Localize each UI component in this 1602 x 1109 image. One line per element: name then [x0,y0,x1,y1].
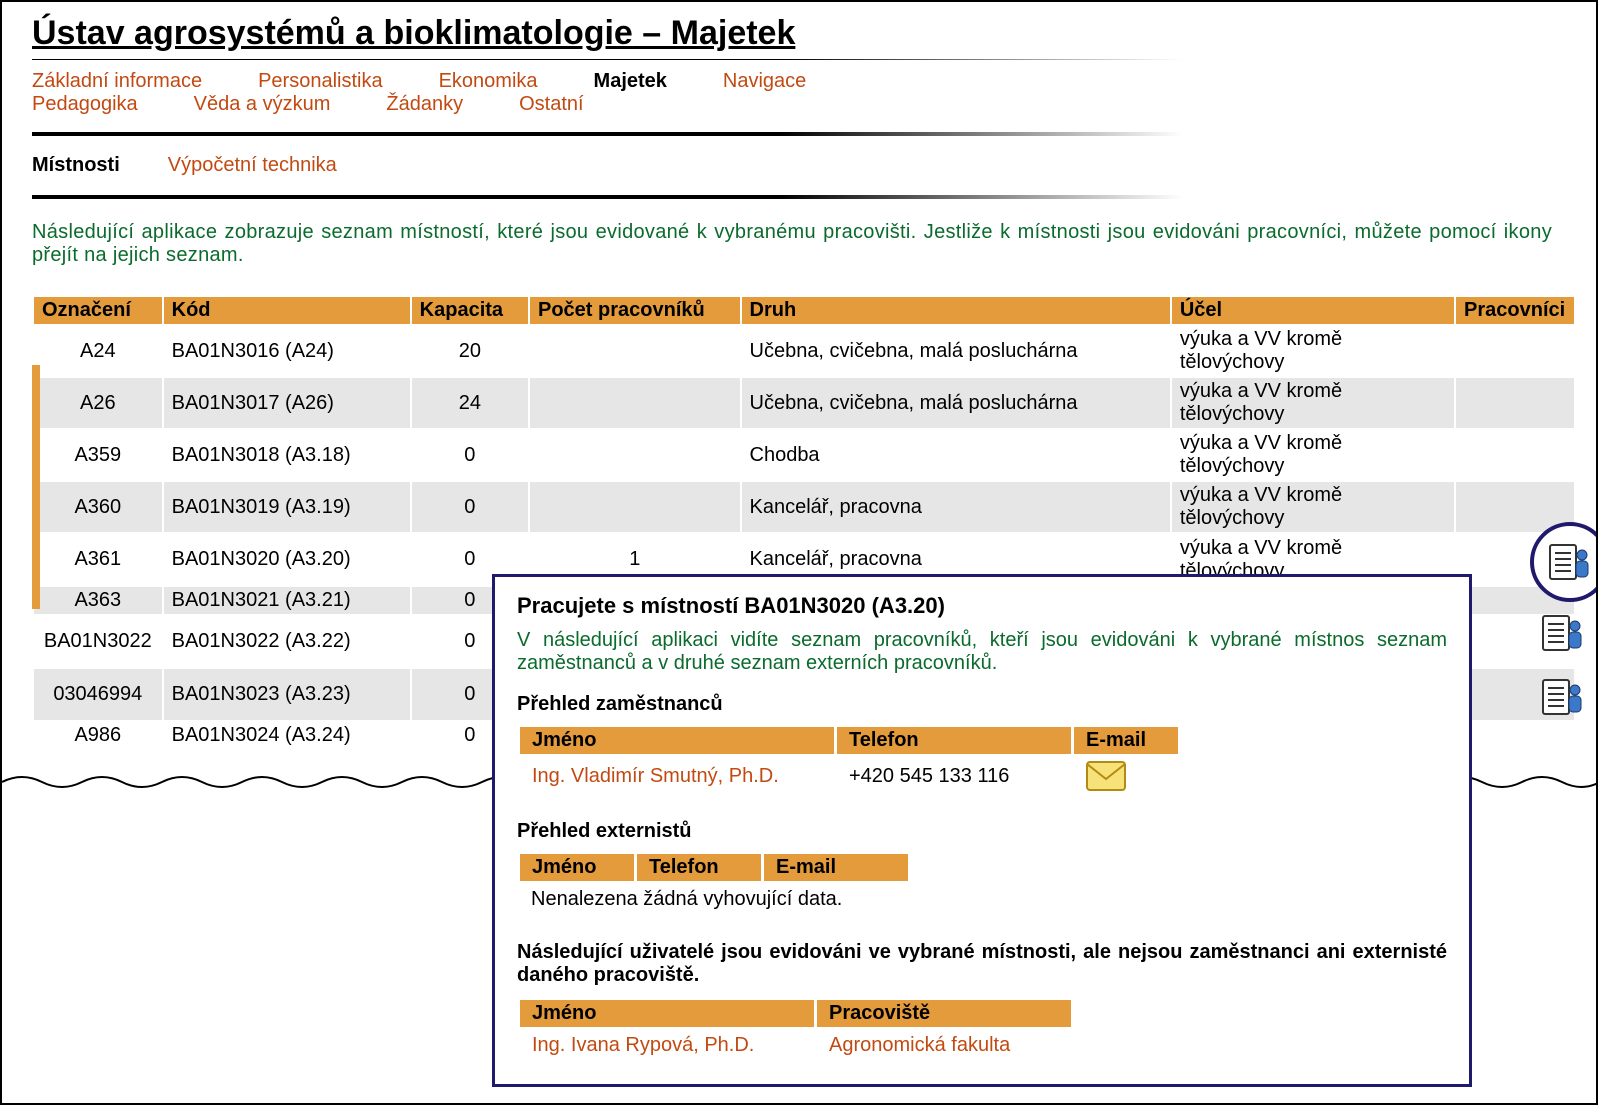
nav-veda-a-vyzkum[interactable]: Věda a výzkum [194,93,331,116]
page-title: Ústav agrosystémů a bioklimatologie – Ma… [32,10,1566,59]
col-oznaceni: Označení [33,296,163,325]
table-row: Ing. Ivana Rypová, Ph.D. Agronomická fak… [519,1029,1073,1063]
cell: Učebna, cvičebna, malá posluchárna [741,325,1171,377]
intro-text: Následující aplikace zobrazuje seznam mí… [32,199,1552,277]
room-detail-popup: Pracujete s místností BA01N3020 (A3.20) … [492,574,1472,1087]
cell: A360 [33,481,163,533]
popup-intro: V následující aplikaci vidíte seznam pra… [517,629,1447,675]
nav-ekonomika[interactable]: Ekonomika [439,70,538,93]
cell: BA01N3021 (A3.21) [163,586,411,615]
cell: BA01N3024 (A3.24) [163,721,411,750]
col-jmeno: Jméno [519,726,836,756]
table-row: A26BA01N3017 (A26)24 Učebna, cvičebna, ma… [33,377,1575,429]
no-data-text: Nenalezena žádná vyhovující data. [517,884,1447,915]
nav-pedagogika[interactable]: Pedagogika [32,93,138,116]
nav-ostatni[interactable]: Ostatní [519,93,583,116]
table-row: A24BA01N3016 (A24)20 Učebna, cvičebna, ma… [33,325,1575,377]
nav-majetek[interactable]: Majetek [594,70,667,93]
cell: BA01N3018 (A3.18) [163,429,411,481]
cell: Chodba [741,429,1171,481]
table-row: A359BA01N3018 (A3.18)0 Chodbavýuka a VV k… [33,429,1575,481]
col-jmeno: Jméno [519,853,636,883]
cell: A26 [33,377,163,429]
section-employees: Přehled zaměstnanců [517,693,1447,716]
cell: 0 [411,481,529,533]
cell [529,325,741,377]
col-telefon: Telefon [636,853,763,883]
col-druh: Druh [741,296,1171,325]
workers-list-icon[interactable] [1542,612,1584,654]
employee-phone: +420 545 133 116 [836,756,1073,797]
email-icon[interactable] [1086,761,1126,791]
col-pocet-pracovniku: Počet pracovníků [529,296,741,325]
cell [529,481,741,533]
cell: BA01N3016 (A24) [163,325,411,377]
col-pracovnici: Pracovníci [1455,296,1575,325]
title-suffix: – Majetek [633,14,796,52]
cell: výuka a VV kromě tělovýchovy [1171,481,1455,533]
cell: Kancelář, pracovna [741,481,1171,533]
cell: A986 [33,721,163,750]
table-row: A360BA01N3019 (A3.19)0 Kancelář, pracovna… [33,481,1575,533]
cell: výuka a VV kromě tělovýchovy [1171,325,1455,377]
col-email: E-mail [763,853,910,883]
workplace-link[interactable]: Agronomická fakulta [829,1034,1010,1056]
cell [1455,429,1575,481]
cell: BA01N3022 (A3.22) [163,615,411,668]
cell: BA01N3022 [33,615,163,668]
nav-primary: Základní informace Personalistika Ekonom… [32,59,1182,136]
table-row: Ing. Vladimír Smutný, Ph.D. +420 545 133… [519,756,1180,797]
row-icons-stack [1542,612,1584,740]
col-ucel: Účel [1171,296,1455,325]
employees-table: JménoTelefonE-mail Ing. Vladimír Smutný,… [517,724,1181,798]
cell [529,377,741,429]
cell: Učebna, cvičebna, malá posluchárna [741,377,1171,429]
col-kod: Kód [163,296,411,325]
cell: 24 [411,377,529,429]
col-jmeno: Jméno [519,999,816,1029]
cell: BA01N3017 (A26) [163,377,411,429]
col-telefon: Telefon [836,726,1073,756]
nav-navigace[interactable]: Navigace [723,70,806,93]
cell: výuka a VV kromě tělovýchovy [1171,377,1455,429]
cell: výuka a VV kromě tělovýchovy [1171,429,1455,481]
cell: A361 [33,533,163,586]
cell: A363 [33,586,163,615]
other-users-table: JménoPracoviště Ing. Ivana Rypová, Ph.D.… [517,997,1074,1064]
user-name-link[interactable]: Ing. Ivana Rypová, Ph.D. [532,1034,754,1056]
workers-list-icon [1549,541,1591,583]
col-pracoviste: Pracoviště [816,999,1073,1029]
table-header-row: Označení Kód Kapacita Počet pracovníků D… [33,296,1575,325]
nav-zadanky[interactable]: Žádanky [386,93,463,116]
subnav-vypocetni-technika[interactable]: Výpočetní technika [168,154,337,177]
cell: BA01N3020 (A3.20) [163,533,411,586]
workers-list-icon[interactable] [1542,676,1584,718]
table-accent-bar [32,365,40,609]
cell: BA01N3019 (A3.19) [163,481,411,533]
title-link[interactable]: Ústav agrosystémů a bioklimatologie [32,14,633,52]
cell [529,429,741,481]
cell: 20 [411,325,529,377]
cell [1455,377,1575,429]
cell: BA01N3023 (A3.23) [163,668,411,721]
col-email: E-mail [1073,726,1180,756]
cell [1455,325,1575,377]
cell: 0 [411,429,529,481]
nav-secondary: Místnosti Výpočetní technika [32,136,1182,199]
cell: A359 [33,429,163,481]
subnav-mistnosti[interactable]: Místnosti [32,154,120,177]
cell: A24 [33,325,163,377]
nav-zakladni-informace[interactable]: Základní informace [32,70,202,93]
col-kapacita: Kapacita [411,296,529,325]
popup-title: Pracujete s místností BA01N3020 (A3.20) [517,593,1447,619]
section-externals: Přehled externistů [517,820,1447,843]
employee-name-link[interactable]: Ing. Vladimír Smutný, Ph.D. [532,765,779,787]
externals-table: JménoTelefonE-mail [517,851,911,884]
cell: 03046994 [33,668,163,721]
nav-personalistika[interactable]: Personalistika [258,70,383,93]
popup-note: Následující uživatelé jsou evidováni ve … [517,941,1447,987]
